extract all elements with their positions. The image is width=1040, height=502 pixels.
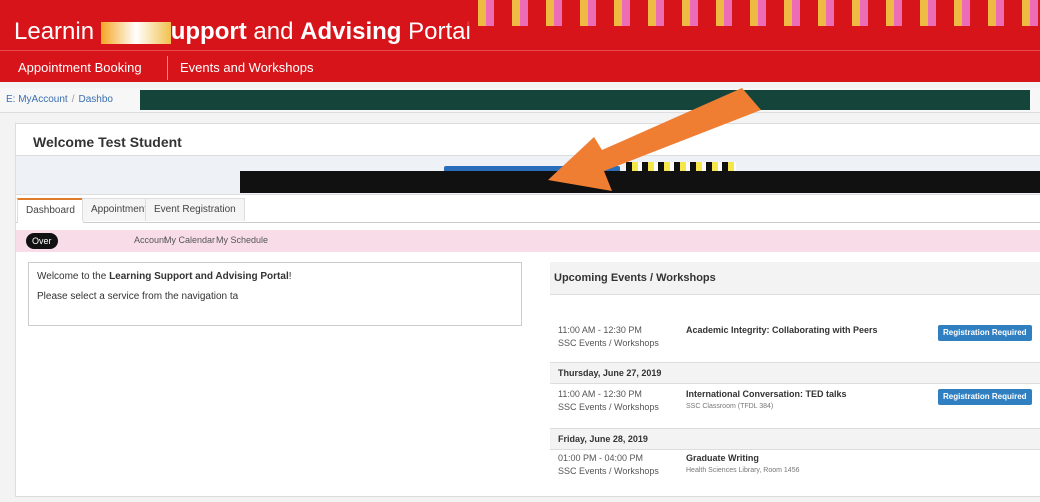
events-header: Upcoming Events / Workshops (550, 262, 1040, 295)
subnav-my-calendar[interactable]: My Calendar (164, 235, 215, 245)
portal-title: Learnin upport and Advising Portal (14, 18, 471, 46)
day-label-friday: Friday, June 28, 2019 (558, 434, 648, 444)
event-3-time: 01:00 PM - 04:00 PM SSC Events / Workshop… (558, 452, 659, 478)
breadcrumb-trail: E: MyAccount / Dashbo (6, 94, 113, 105)
event-1-registration-badge[interactable]: Registration Required (938, 325, 1032, 341)
event-3-group: SSC Events / Workshops (558, 466, 659, 476)
nav-divider (167, 56, 168, 80)
event-2-title[interactable]: International Conversation: TED talks (686, 389, 847, 399)
event-3-time-range: 01:00 PM - 04:00 PM (558, 453, 644, 463)
event-2-time: 11:00 AM - 12:30 PM SSC Events / Workshop… (558, 388, 659, 414)
top-nav: Appointment Booking Events and Workshops (0, 50, 1040, 83)
navigation-instruction: Please select a service from the navigat… (37, 291, 239, 302)
nav-appointment-booking[interactable]: Appointment Booking (18, 60, 142, 75)
welcome-text-end: ! (288, 271, 292, 282)
tab-event-registration[interactable]: Event Registration (145, 198, 245, 221)
glitch-black-strip (240, 171, 1040, 193)
breadcrumb-myaccount[interactable]: E: MyAccount (6, 94, 68, 105)
breadcrumb-dashboard[interactable]: Dashbo (78, 94, 112, 105)
day-header-friday: Friday, June 28, 2019 (550, 428, 1040, 450)
brand-text-advising: Advising (300, 18, 402, 45)
glitch-dark-strip (140, 90, 1030, 110)
day-label-thursday: Thursday, June 27, 2019 (558, 368, 662, 378)
event-2-location: SSC Classroom (TFDL 384) (686, 403, 774, 410)
event-1-time-range: 11:00 AM - 12:30 PM (558, 325, 642, 335)
event-3-location: Health Sciences Library, Room 1456 (686, 467, 800, 474)
dashboard-subnav: Over Account My Calendar My Schedule (16, 230, 1040, 252)
event-2-time-range: 11:00 AM - 12:30 PM (558, 389, 642, 399)
brand-text-support: upport (170, 18, 247, 45)
event-1-time: 11:00 AM - 12:30 PM SSC Events / Workshop… (558, 324, 659, 350)
welcome-message: Welcome to the Learning Support and Advi… (37, 271, 292, 282)
subnav-my-schedule[interactable]: My Schedule (216, 235, 268, 245)
header-glitch-band (460, 0, 1040, 26)
welcome-text-start: Welcome to the (37, 271, 110, 282)
page-title: Welcome Test Student (33, 134, 182, 150)
event-2-registration-badge[interactable]: Registration Required (938, 389, 1032, 405)
welcome-portal-name: Learning Support and Advising Portal (109, 271, 289, 282)
main-tabs: Dashboard Appointments Event Registratio… (16, 198, 1040, 223)
event-1-title[interactable]: Academic Integrity: Collaborating with P… (686, 325, 878, 335)
brand-glitch (100, 21, 171, 44)
events-title: Upcoming Events / Workshops (554, 272, 716, 284)
event-3-title[interactable]: Graduate Writing (686, 453, 759, 463)
brand-text-and: and (253, 18, 294, 45)
subnav-overview[interactable]: Over (26, 233, 58, 249)
welcome-panel: Welcome to the Learning Support and Advi… (28, 262, 522, 326)
tab-dashboard[interactable]: Dashboard (17, 198, 84, 223)
brand-text-start: Learnin (14, 18, 95, 45)
breadcrumb-separator: / (71, 94, 75, 105)
day-header-thursday: Thursday, June 27, 2019 (550, 362, 1040, 384)
nav-events-workshops[interactable]: Events and Workshops (180, 60, 313, 75)
upcoming-events-panel: Upcoming Events / Workshops 11:00 AM - 1… (550, 262, 1040, 502)
event-2-group: SSC Events / Workshops (558, 402, 659, 412)
event-1-group: SSC Events / Workshops (558, 338, 659, 348)
subnav-account[interactable]: Account (134, 235, 167, 245)
portal-header: Learnin upport and Advising Portal Appoi… (0, 0, 1040, 82)
